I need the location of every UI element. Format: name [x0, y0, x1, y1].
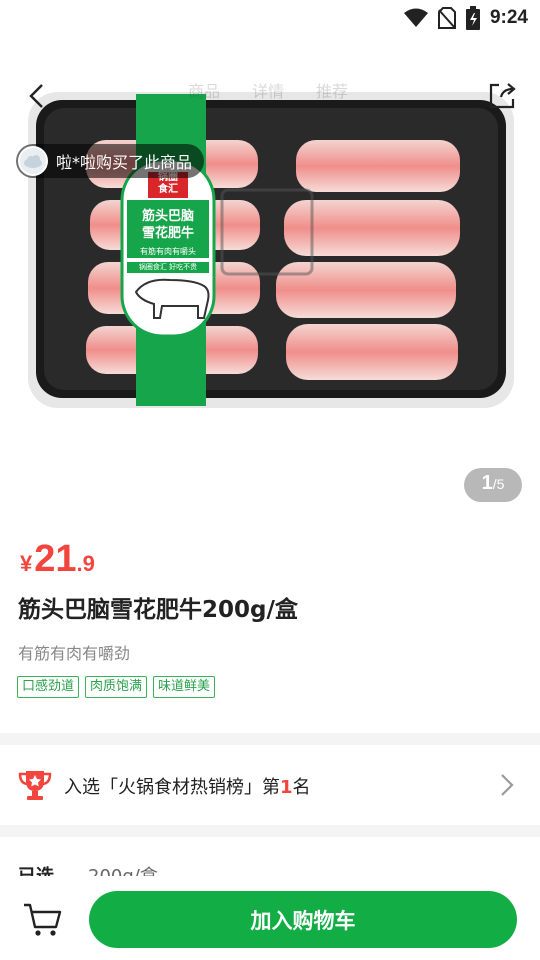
- wifi-icon: [403, 8, 428, 27]
- package-tagline: 有筋有肉有嚼头: [140, 247, 196, 256]
- tab-recommend[interactable]: 推荐: [316, 78, 348, 102]
- product-subtitle: 有筋有肉有嚼劲: [18, 644, 131, 663]
- price-decimal: .9: [76, 551, 95, 576]
- price: ¥ 21 .9: [20, 538, 95, 581]
- package-product-name: 筋头巴脑 雪花肥牛: [141, 209, 194, 241]
- cart-icon[interactable]: [22, 902, 64, 938]
- rank-number: 1: [280, 777, 293, 798]
- nav-tabs: 商品 详情 推荐: [188, 78, 348, 102]
- package-slogan: 锅圈食汇 好吃不贵: [127, 262, 209, 273]
- section-divider: [0, 733, 540, 745]
- image-current-index: 1: [481, 472, 493, 494]
- tag-item: 肉质饱满: [85, 676, 148, 698]
- ranking-text: 入选「火锅食材热销榜」第1名: [64, 777, 311, 798]
- top-navigation: 商品 详情 推荐: [0, 70, 540, 120]
- share-icon: [489, 83, 516, 109]
- package-label: 锅圈 食汇 筋头巴脑 雪花肥牛 有筋有肉有嚼头 锅圈食汇 好吃不贵: [127, 172, 209, 273]
- tag-item: 口感劲道: [17, 676, 80, 698]
- cloud-avatar-icon: [24, 155, 42, 168]
- buyer-notice-text: 啦*啦购买了此商品: [56, 153, 193, 172]
- recent-buyer-notice: 啦*啦购买了此商品: [16, 144, 205, 178]
- product-tags: 口感劲道 肉质饱满 味道鲜美: [17, 676, 216, 698]
- price-integer: 21: [34, 538, 77, 580]
- ranking-row[interactable]: 入选「火锅食材热销榜」第1名: [0, 745, 540, 825]
- tag-item: 味道鲜美: [153, 676, 216, 698]
- back-arrow-icon: [29, 84, 43, 108]
- status-time: 9:24: [489, 7, 528, 28]
- share-button[interactable]: [482, 76, 522, 116]
- status-bar: 9:24: [0, 0, 540, 36]
- add-to-cart-button[interactable]: 加入购物车: [89, 891, 517, 948]
- avatar: [18, 146, 48, 176]
- product-title: 筋头巴脑雪花肥牛200g/盒: [18, 597, 298, 623]
- bottom-action-bar: 加入购物车: [0, 876, 540, 960]
- back-button[interactable]: [16, 76, 56, 116]
- image-counter: 1 /5: [464, 468, 522, 502]
- status-icons: 9:24: [403, 6, 528, 30]
- chevron-right-icon: [501, 774, 514, 796]
- currency-symbol: ¥: [20, 551, 33, 576]
- tab-detail[interactable]: 详情: [252, 78, 284, 102]
- trophy-icon: [18, 771, 52, 800]
- image-total: /5: [492, 476, 505, 492]
- tab-product[interactable]: 商品: [188, 78, 220, 102]
- section-divider: [0, 825, 540, 837]
- battery-icon: [465, 6, 480, 30]
- no-sim-icon: [437, 7, 456, 29]
